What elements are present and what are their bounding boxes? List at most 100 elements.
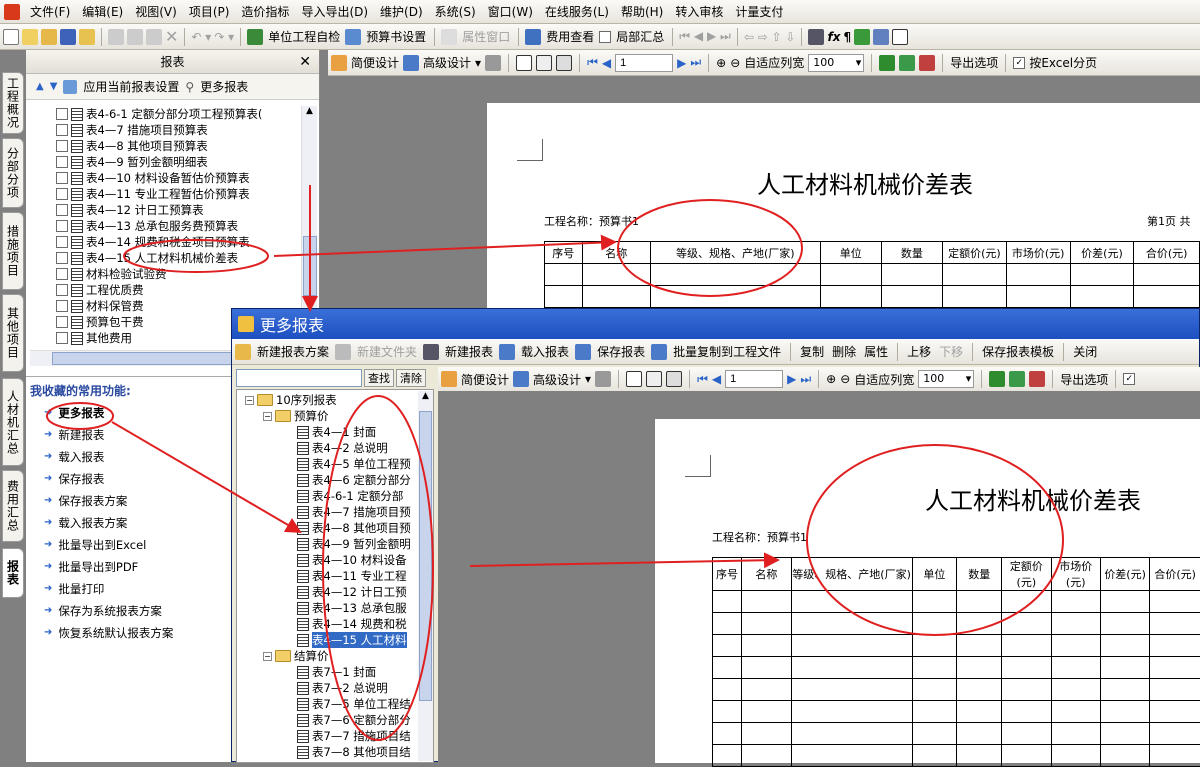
dlg-next-page-icon[interactable]: ▶ — [787, 372, 796, 386]
page-view-icon[interactable] — [516, 55, 532, 71]
dialog-tree-item[interactable]: 表7—8 其他项目结 — [245, 744, 433, 760]
dialog-tree-item[interactable]: 表7—7 措施项目结 — [245, 728, 433, 744]
tree-item-checkbox[interactable] — [56, 172, 68, 184]
tree-item[interactable]: 表4—7 措施项目预算表 — [56, 122, 300, 138]
nav-arrows-icon[interactable]: ⏮ ◀ ▶ ⏭ — [679, 29, 731, 44]
tree-item-checkbox[interactable] — [56, 284, 68, 296]
new-file-icon[interactable] — [3, 29, 19, 45]
multi-page-icon[interactable] — [556, 55, 572, 71]
first-page-icon[interactable]: ⏮ — [587, 55, 598, 70]
save-icon[interactable] — [60, 29, 76, 45]
zoom-in-icon[interactable]: ⊕ — [716, 56, 726, 70]
redo-icon[interactable]: ↷ ▾ — [214, 30, 234, 44]
dialog-tree-item[interactable]: 表7—6 定额分部分 — [245, 712, 433, 728]
formula-icon[interactable]: fx — [827, 30, 840, 44]
delete-icon[interactable]: ✕ — [165, 27, 178, 46]
print-icon[interactable] — [485, 55, 501, 71]
dialog-tree-item[interactable]: 表7—2 总说明 — [245, 680, 433, 696]
dialog-tree-item[interactable]: 表4—12 计日工预 — [245, 584, 433, 600]
monitor-icon[interactable] — [873, 29, 889, 45]
tree-item[interactable]: 工程优质费 — [56, 282, 300, 298]
dlg-two-page-icon[interactable] — [646, 371, 662, 387]
vtab-2[interactable]: 措施项目 — [2, 212, 24, 290]
dialog-toolbar-button-7[interactable]: 删除 — [830, 343, 858, 360]
vtab-4[interactable]: 人材机汇总 — [2, 378, 24, 466]
tree-item-checkbox[interactable] — [56, 316, 68, 328]
dialog-toolbar-button-10[interactable]: 下移 — [937, 343, 965, 360]
more-reports-button[interactable]: 更多报表 — [200, 78, 248, 95]
dialog-toolbar-button-8[interactable]: 属性 — [862, 343, 890, 360]
tree-item-checkbox[interactable] — [56, 220, 68, 232]
menu-item-11[interactable]: 转入审核 — [669, 1, 729, 23]
dlg-first-page-icon[interactable]: ⏮ — [697, 372, 708, 387]
vtab-6[interactable]: 报表 — [2, 548, 24, 598]
menu-item-9[interactable]: 在线服务(L) — [539, 1, 615, 23]
export-options-button[interactable]: 导出选项 — [950, 54, 998, 71]
dlg-pdf-icon[interactable] — [1029, 371, 1045, 387]
dlg-excel-icon[interactable] — [989, 371, 1005, 387]
dialog-tree-item[interactable]: 表4—14 规费和税 — [245, 616, 433, 632]
dialog-tree-item[interactable]: 表4—15 人工材料 — [245, 632, 433, 648]
next-page-icon[interactable]: ▶ — [677, 56, 686, 70]
two-page-icon[interactable] — [536, 55, 552, 71]
pdf-icon[interactable] — [919, 55, 935, 71]
dialog-tree-scrollbar[interactable]: ▲ — [418, 391, 433, 761]
excel2-icon[interactable] — [899, 55, 915, 71]
move-up-icon[interactable]: ▲ — [36, 81, 44, 92]
tree-item-checkbox[interactable] — [56, 140, 68, 152]
dlg-print-icon[interactable] — [595, 371, 611, 387]
budget-settings-button[interactable]: 预算书设置 — [364, 28, 428, 45]
menu-item-7[interactable]: 系统(S) — [429, 1, 482, 23]
open-icon[interactable] — [41, 29, 57, 45]
save-all-icon[interactable] — [79, 29, 95, 45]
tree-group-budget[interactable]: 预算价 — [294, 408, 329, 424]
menu-item-12[interactable]: 计量支付 — [729, 1, 789, 23]
menu-item-2[interactable]: 视图(V) — [129, 1, 183, 23]
vtab-1[interactable]: 分部分项 — [2, 138, 24, 208]
dlg-multi-page-icon[interactable] — [666, 371, 682, 387]
tree-item-checkbox[interactable] — [56, 156, 68, 168]
menu-item-3[interactable]: 项目(P) — [183, 1, 236, 23]
prev-page-icon[interactable]: ◀ — [602, 56, 611, 70]
paste-icon[interactable] — [146, 29, 162, 45]
excel-icon[interactable] — [879, 55, 895, 71]
dialog-toolbar-button-0[interactable]: 新建报表方案 — [255, 343, 331, 360]
last-page-icon[interactable]: ⏭ — [690, 55, 701, 70]
tree-item-checkbox[interactable] — [56, 236, 68, 248]
dialog-tree-item[interactable]: 表7—1 封面 — [245, 664, 433, 680]
menu-item-6[interactable]: 维护(D) — [374, 1, 429, 23]
tree-root[interactable]: 10序列报表 — [276, 392, 337, 408]
dlg-last-page-icon[interactable]: ⏭ — [800, 372, 811, 387]
dialog-toolbar-button-4[interactable]: 保存报表 — [595, 343, 647, 360]
tree-group-settlement[interactable]: 结算价 — [294, 648, 329, 664]
dialog-tree-item[interactable]: 表4—10 材料设备 — [245, 552, 433, 568]
zoom-select[interactable]: 100▾ — [808, 54, 864, 72]
tree-item[interactable]: 表4—11 专业工程暂估价预算表 — [56, 186, 300, 202]
tree-item[interactable]: 表4—9 暂列金额明细表 — [56, 154, 300, 170]
tree-item-checkbox[interactable] — [56, 188, 68, 200]
dialog-tree-item[interactable]: 表4—8 其他项目预 — [245, 520, 433, 536]
clear-button[interactable]: 清除 — [396, 369, 426, 387]
tree-item-checkbox[interactable] — [56, 124, 68, 136]
dialog-toolbar-button-1[interactable]: 新建文件夹 — [355, 343, 419, 360]
cut-icon[interactable] — [108, 29, 124, 45]
dialog-tree-item[interactable]: 表4—7 措施项目预 — [245, 504, 433, 520]
attr-window-button[interactable]: 属性窗口 — [460, 28, 512, 45]
dialog-tree-item[interactable]: 表4—2 总说明 — [245, 440, 433, 456]
dlg-excel2-icon[interactable] — [1009, 371, 1025, 387]
dialog-tree-item[interactable]: 表4—6 定额分部分 — [245, 472, 433, 488]
dlg-zoom-select[interactable]: 100▾ — [918, 370, 974, 388]
dialog-tree-item[interactable]: 表4—9 暂列金额明 — [245, 536, 433, 552]
tree-item[interactable]: 表4—13 总承包服务费预算表 — [56, 218, 300, 234]
menu-item-4[interactable]: 造价指标 — [235, 1, 295, 23]
undo-icon[interactable]: ↶ ▾ — [191, 30, 211, 44]
dlg-simple-design-button[interactable]: 简便设计 — [461, 371, 509, 388]
tree-item[interactable]: 材料检验试验费 — [56, 266, 300, 282]
dlg-zoom-out-icon[interactable]: ⊖ — [840, 372, 850, 386]
move-down-icon[interactable]: ▼ — [50, 81, 58, 92]
tree-item[interactable]: 表4-6-1 定额分部分项工程预算表( — [56, 106, 300, 122]
self-check-button[interactable]: 单位工程自检 — [266, 28, 342, 45]
search-button[interactable]: 查找 — [364, 369, 394, 387]
menu-item-0[interactable]: 文件(F) — [24, 1, 76, 23]
close-icon[interactable]: ✕ — [299, 54, 311, 70]
